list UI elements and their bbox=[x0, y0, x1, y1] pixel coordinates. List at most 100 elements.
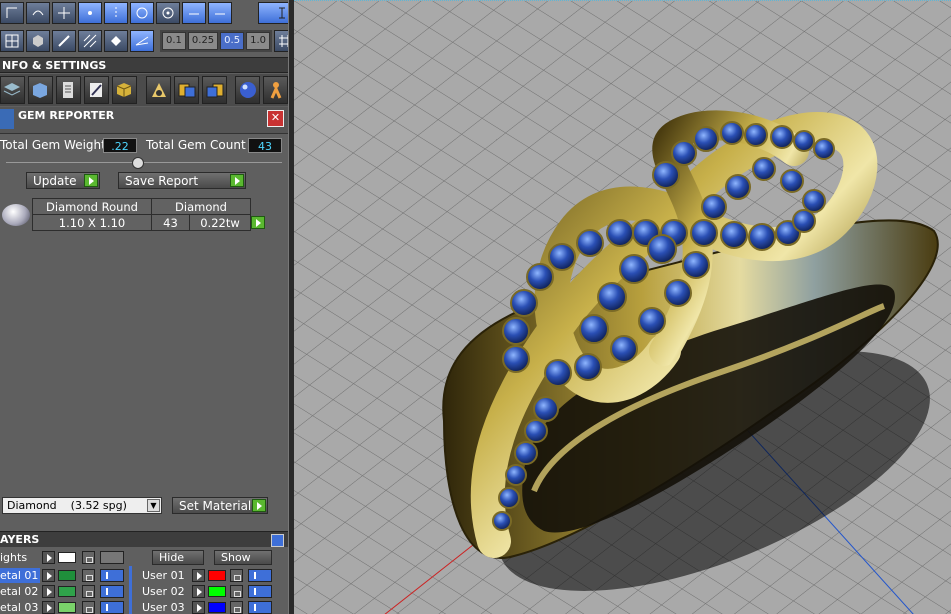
snap-0-1[interactable]: 0.1 bbox=[162, 32, 186, 50]
expand-icon[interactable] bbox=[42, 585, 55, 598]
sphere-icon[interactable] bbox=[235, 76, 261, 104]
figure-icon[interactable] bbox=[263, 76, 288, 104]
edit-icon[interactable] bbox=[83, 76, 109, 104]
total-gem-weight-label: Total Gem Weight bbox=[0, 138, 106, 152]
lock-icon[interactable] bbox=[230, 569, 243, 582]
layer-color-swatch[interactable] bbox=[58, 570, 76, 581]
cube-view-icon[interactable] bbox=[26, 30, 50, 52]
sapphire-gem bbox=[526, 263, 554, 291]
lights-color-swatch[interactable] bbox=[58, 552, 76, 563]
grid-snap-icon[interactable] bbox=[104, 2, 128, 24]
play-icon bbox=[251, 216, 265, 229]
layer-row-user-02[interactable]: User 02 bbox=[138, 584, 284, 599]
minimize-icon[interactable] bbox=[271, 534, 284, 547]
point-snap-icon[interactable] bbox=[78, 2, 102, 24]
layer-row-metal-03[interactable]: etal 03 bbox=[0, 600, 130, 614]
box-icon[interactable] bbox=[27, 76, 53, 104]
sapphire-gem bbox=[720, 221, 748, 249]
lock-icon[interactable] bbox=[82, 601, 95, 614]
layer-label: User 03 bbox=[142, 601, 185, 614]
close-icon[interactable]: ✕ bbox=[267, 110, 284, 127]
toolbar-row-1 bbox=[0, 0, 288, 26]
viewport-canvas[interactable] bbox=[294, 1, 951, 614]
expand-icon[interactable] bbox=[192, 585, 205, 598]
copy-right-icon[interactable] bbox=[202, 76, 228, 104]
grid-view-icon[interactable] bbox=[0, 30, 24, 52]
divider-handle[interactable] bbox=[132, 157, 144, 169]
layer-color-swatch[interactable] bbox=[58, 586, 76, 597]
set-material-button[interactable]: Set Material bbox=[172, 497, 268, 514]
document-icon[interactable] bbox=[55, 76, 81, 104]
hide-button[interactable]: Hide bbox=[152, 550, 204, 565]
lights-row: ights Hide Show bbox=[0, 550, 288, 565]
gem-size-cell: 1.10 X 1.10 bbox=[32, 214, 152, 231]
circle-snap-icon[interactable] bbox=[156, 2, 180, 24]
text-cursor-icon[interactable] bbox=[258, 2, 288, 24]
cube-gold-icon[interactable] bbox=[111, 76, 137, 104]
crosshair-icon[interactable] bbox=[52, 2, 76, 24]
perspective-icon[interactable] bbox=[130, 30, 154, 52]
chevron-down-icon[interactable]: ▼ bbox=[147, 499, 160, 512]
rotate-axis-icon[interactable] bbox=[0, 2, 24, 24]
sapphire-gem bbox=[533, 396, 559, 422]
layer-row-metal-01[interactable]: etal 01 bbox=[0, 568, 130, 583]
gem-row-action[interactable] bbox=[251, 215, 268, 231]
visibility-icon[interactable] bbox=[100, 569, 124, 582]
layer-row-metal-02[interactable]: etal 02 bbox=[0, 584, 130, 599]
expand-icon[interactable] bbox=[192, 601, 205, 614]
lights-label: ights bbox=[0, 551, 28, 564]
pattern-icon[interactable] bbox=[78, 30, 102, 52]
lock-icon[interactable] bbox=[230, 601, 243, 614]
layer-label: etal 02 bbox=[0, 585, 39, 598]
sapphire-gem bbox=[548, 243, 576, 271]
expand-icon[interactable] bbox=[42, 551, 55, 564]
visibility-icon[interactable] bbox=[248, 601, 272, 614]
expand-icon[interactable] bbox=[192, 569, 205, 582]
lock-icon[interactable] bbox=[82, 569, 95, 582]
lock-icon[interactable] bbox=[82, 551, 95, 564]
arrow-left-icon[interactable] bbox=[182, 2, 206, 24]
lock-icon[interactable] bbox=[82, 585, 95, 598]
visibility-icon[interactable] bbox=[248, 569, 272, 582]
snap-0-25[interactable]: 0.25 bbox=[187, 32, 219, 50]
diamond-icon[interactable] bbox=[104, 30, 128, 52]
visibility-icon[interactable] bbox=[100, 601, 124, 614]
render-scene-icon[interactable] bbox=[146, 76, 172, 104]
pen-icon[interactable] bbox=[52, 30, 76, 52]
copy-left-icon[interactable] bbox=[174, 76, 200, 104]
target-snap-icon[interactable] bbox=[130, 2, 154, 24]
layer-color-swatch[interactable] bbox=[58, 602, 76, 613]
sapphire-gem bbox=[638, 307, 666, 335]
left-panel: 0.1 0.25 0.5 1.0 NFO & SETTINGS GEM REPO… bbox=[0, 0, 288, 614]
show-button[interactable]: Show bbox=[214, 550, 272, 565]
save-report-button[interactable]: Save Report bbox=[118, 172, 246, 189]
grid-toggle-icon[interactable] bbox=[273, 30, 288, 52]
visibility-icon[interactable] bbox=[248, 585, 272, 598]
visibility-icon[interactable] bbox=[100, 585, 124, 598]
layers-stack-icon[interactable] bbox=[0, 76, 25, 104]
material-select[interactable]: Diamond (3.52 spg) ▼ bbox=[2, 497, 162, 514]
sapphire-gem bbox=[690, 219, 718, 247]
3d-viewport[interactable] bbox=[294, 0, 951, 614]
layer-color-swatch[interactable] bbox=[208, 570, 226, 581]
layer-color-swatch[interactable] bbox=[208, 602, 226, 613]
expand-icon[interactable] bbox=[42, 601, 55, 614]
layer-row-user-03[interactable]: User 03 bbox=[138, 600, 284, 614]
sapphire-gem bbox=[802, 189, 826, 213]
sapphire-gem bbox=[725, 174, 751, 200]
snap-1-0[interactable]: 1.0 bbox=[246, 32, 270, 50]
expand-icon[interactable] bbox=[42, 569, 55, 582]
table-row[interactable]: 1.10 X 1.10 43 0.22tw bbox=[32, 214, 268, 231]
arrow-right-icon[interactable] bbox=[208, 2, 232, 24]
undo-curve-icon[interactable] bbox=[26, 2, 50, 24]
table-row[interactable]: Diamond Round Diamond bbox=[32, 198, 268, 215]
total-gem-count-value: 43 bbox=[248, 138, 282, 153]
layers-scroll-divider[interactable] bbox=[129, 566, 132, 614]
snap-0-5[interactable]: 0.5 bbox=[220, 32, 245, 50]
visibility-icon[interactable] bbox=[100, 551, 124, 564]
layer-row-user-01[interactable]: User 01 bbox=[138, 568, 284, 583]
layer-color-swatch[interactable] bbox=[208, 586, 226, 597]
update-button[interactable]: Update bbox=[26, 172, 100, 189]
lock-icon[interactable] bbox=[230, 585, 243, 598]
divider bbox=[6, 162, 282, 163]
